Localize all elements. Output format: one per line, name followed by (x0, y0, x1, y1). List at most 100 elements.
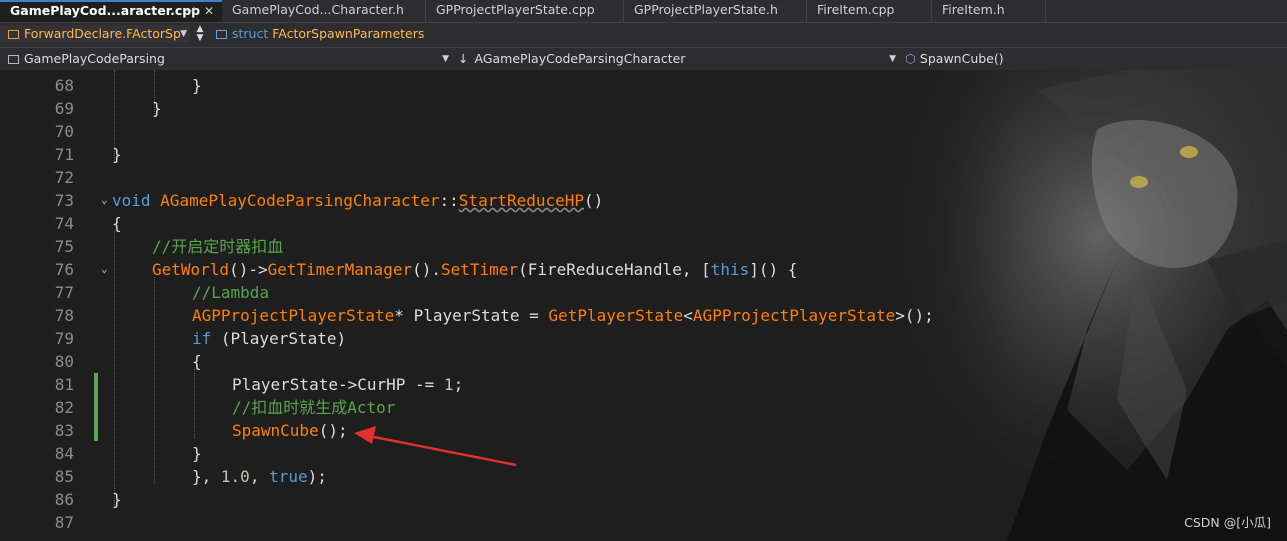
line-number: 70 (54, 122, 74, 141)
code-token: if (192, 329, 212, 348)
code-line[interactable]: PlayerState->CurHP -= 1; (232, 373, 463, 396)
code-line[interactable]: } (112, 143, 122, 166)
pin-icon[interactable]: ⊣ (185, 2, 195, 20)
code-token: :: (439, 191, 459, 210)
code-token: < (683, 306, 693, 325)
code-token: true (269, 467, 308, 486)
code-token: 1 (443, 375, 454, 394)
code-token: (FireReduceHandle, [ (518, 260, 711, 279)
code-token: SpawnCube (232, 421, 319, 440)
code-line[interactable]: //扣血时就生成Actor (232, 396, 395, 419)
method-icon: ⬡ (905, 51, 916, 66)
code-token: ]() { (749, 260, 798, 279)
struct-combo[interactable]: struct FActorSpawnParameters (212, 25, 712, 43)
tab-strip: GamePlayCod...aracter.cpp ⊣ ✕ GamePlayCo… (0, 0, 1287, 22)
code-line[interactable]: AGPProjectPlayerState* PlayerState = Get… (192, 304, 934, 327)
code-token: { (192, 352, 202, 371)
scope-combo[interactable]: ForwardDeclare.FActorSp ▼ (0, 25, 190, 43)
code-line[interactable]: SpawnCube(); (232, 419, 348, 442)
navigation-bar-bottom: GamePlayCodeParsing ▼ ↓ AGamePlayCodePars… (0, 47, 1287, 71)
project-icon (8, 55, 19, 64)
code-line[interactable]: //Lambda (192, 281, 269, 304)
line-number: 68 (54, 76, 74, 95)
code-line[interactable]: } (192, 74, 202, 97)
code-line[interactable]: }, 1.0, true); (192, 465, 327, 488)
code-token: AGamePlayCodeParsingCharacter (160, 191, 440, 210)
code-token: (PlayerState) (211, 329, 347, 348)
code-token: } (112, 490, 122, 509)
tab-label: FireItem.h (942, 2, 1005, 17)
namespace-icon (8, 30, 19, 39)
tab-label: GamePlayCod...Character.h (232, 2, 404, 17)
code-token: ()-> (229, 260, 268, 279)
csdn-watermark: CSDN @[小瓜] (1184, 515, 1271, 530)
code-token: //Lambda (192, 283, 270, 302)
code-token: >(); (895, 306, 934, 325)
line-number: 72 (54, 168, 74, 187)
close-icon[interactable]: ✕ (204, 2, 214, 20)
code-line[interactable]: } (112, 488, 122, 511)
code-line[interactable]: void AGamePlayCodeParsingCharacter::Star… (112, 189, 603, 212)
member-combo[interactable]: ⬡ SpawnCube() (902, 50, 1287, 68)
tab-gameplaycodeparsingcharacter-cpp[interactable]: GamePlayCod...aracter.cpp ⊣ ✕ (0, 0, 222, 22)
project-combo-label: GamePlayCodeParsing (24, 51, 165, 66)
struct-icon (216, 30, 227, 39)
tab-label: FireItem.cpp (817, 2, 895, 17)
tab-gpprojectplayerstate-cpp[interactable]: GPProjectPlayerState.cpp (426, 0, 624, 22)
code-token: AGPProjectPlayerState (692, 306, 896, 325)
code-token: GetWorld (152, 260, 230, 279)
indent-guide (114, 231, 115, 507)
line-number: 78 (54, 306, 74, 325)
line-number: 81 (54, 375, 74, 394)
code-token: 1.0 (220, 467, 250, 486)
tab-label: GPProjectPlayerState.cpp (436, 2, 595, 17)
code-line[interactable]: GetWorld()->GetTimerManager().SetTimer(F… (152, 258, 797, 281)
code-token: (). (412, 260, 441, 279)
line-number: 85 (54, 467, 74, 486)
struct-name: FActorSpawnParameters (272, 26, 425, 41)
red-arrow-annotation (354, 426, 517, 467)
tab-fireitem-h[interactable]: FireItem.h (932, 0, 1046, 22)
line-number: 80 (54, 352, 74, 371)
fold-toggle-icon[interactable]: ⌄ (101, 193, 108, 206)
code-token: void (112, 191, 161, 210)
code-line[interactable]: } (152, 97, 162, 120)
code-token: //开启定时器扣血 (152, 237, 284, 256)
code-token: SetTimer (441, 260, 519, 279)
code-token: GetPlayerState (548, 306, 684, 325)
scope-spinner[interactable]: ▲ ▼ (193, 25, 207, 43)
line-number: 87 (54, 513, 74, 532)
project-combo[interactable]: GamePlayCodeParsing ▼ (0, 50, 452, 68)
code-line[interactable]: { (192, 350, 202, 373)
member-combo-label: SpawnCube() (919, 51, 1004, 66)
code-token: AGPProjectPlayerState (192, 306, 395, 325)
code-token: ); (307, 467, 327, 486)
class-combo-label: AGamePlayCodeParsingCharacter (474, 51, 686, 66)
tab-gpprojectplayerstate-h[interactable]: GPProjectPlayerState.h (624, 0, 807, 22)
change-indicator-bar (94, 373, 98, 441)
code-token: } (152, 99, 162, 118)
scope-combo-label: ForwardDeclare.FActorSp (24, 26, 181, 41)
code-token: * PlayerState = (394, 306, 549, 325)
fold-toggle-icon[interactable]: ⌄ (101, 262, 108, 275)
chevron-down-icon: ▼ (889, 54, 896, 64)
code-line[interactable]: } (192, 442, 202, 465)
code-line[interactable]: { (112, 212, 122, 235)
line-number: 74 (54, 214, 74, 233)
code-line[interactable]: if (PlayerState) (192, 327, 346, 350)
code-token: ; (453, 375, 464, 394)
class-combo[interactable]: ↓ AGamePlayCodeParsingCharacter ▼ (455, 50, 899, 68)
tab-fireitem-cpp[interactable]: FireItem.cpp (807, 0, 932, 22)
code-token: PlayerState->CurHP -= (232, 375, 444, 394)
code-token: } (112, 145, 122, 164)
line-number: 77 (54, 283, 74, 302)
line-number: 71 (54, 145, 74, 164)
code-line[interactable]: //开启定时器扣血 (152, 235, 283, 258)
chevron-down-icon: ▼ (180, 29, 187, 39)
code-editor[interactable]: 68} 69} 70 71} 72 73 ⌄ void AGamePlayCodeParsin… (0, 70, 1287, 541)
line-number: 84 (54, 444, 74, 463)
chevron-down-icon: ▼ (442, 54, 449, 64)
code-token: () (584, 191, 604, 210)
line-number: 79 (54, 329, 74, 348)
tab-gameplaycodeparsingcharacter-h[interactable]: GamePlayCod...Character.h (222, 0, 426, 22)
